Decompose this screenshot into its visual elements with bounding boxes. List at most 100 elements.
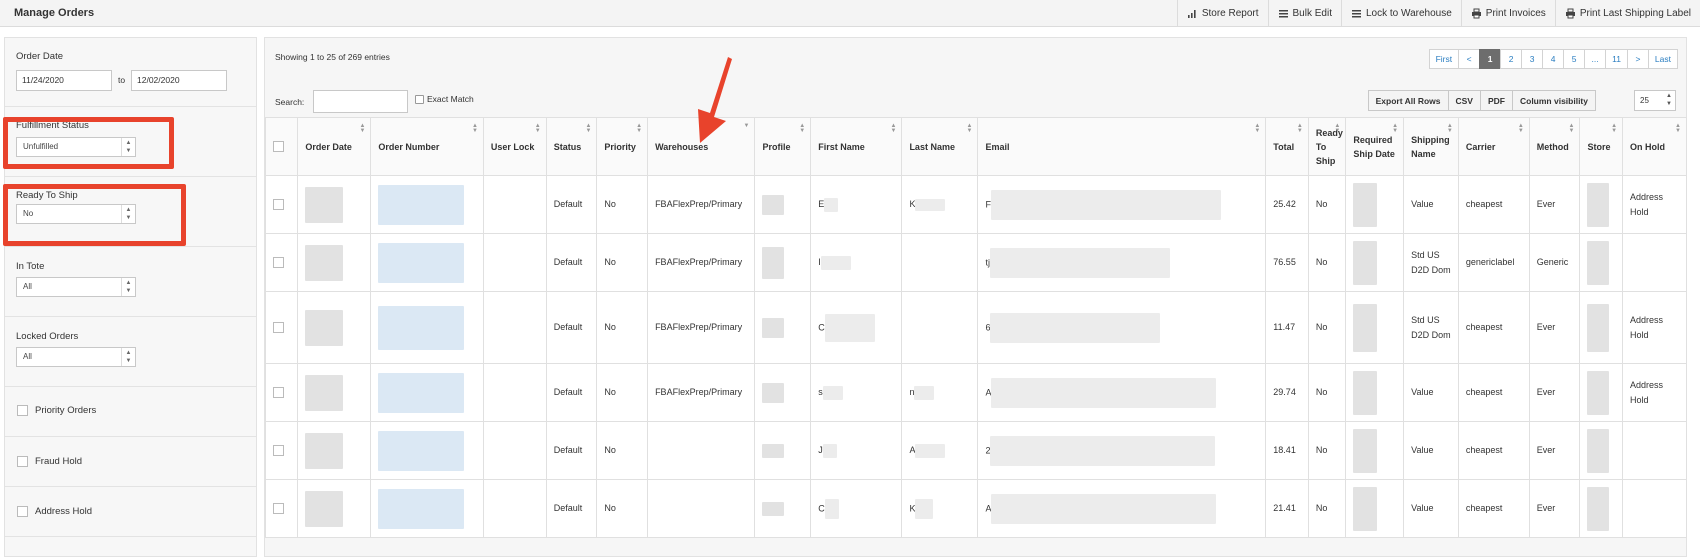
- row-checkbox[interactable]: [273, 257, 284, 268]
- table-row[interactable]: Default No FBAFlexPrep/Primary E K F 25.…: [264, 175, 1687, 234]
- search-input[interactable]: [313, 90, 408, 113]
- sort-icon: ▲ ▼: [1392, 123, 1399, 134]
- redacted-value: [915, 498, 934, 519]
- column-label: Order Date: [305, 141, 352, 152]
- order-date-cell: [297, 291, 372, 364]
- last-name-cell: n: [901, 363, 979, 422]
- column-header[interactable]: Required Ship Date ▲ ▼: [1345, 117, 1405, 176]
- page-length-select[interactable]: 25 ▲ ▼: [1634, 90, 1676, 111]
- column-label: Total: [1273, 141, 1295, 152]
- store-report-button[interactable]: Store Report: [1176, 0, 1268, 26]
- table-row[interactable]: Default No C K A 21.41 No Value cheapest…: [264, 479, 1687, 538]
- column-header[interactable]: Shipping Name ▲ ▼: [1403, 117, 1459, 176]
- page-2[interactable]: 2: [1500, 49, 1523, 69]
- csv-button[interactable]: CSV: [1447, 90, 1481, 111]
- column-header[interactable]: Order Number ▲ ▼: [370, 117, 484, 176]
- sort-icon: ▲ ▼: [585, 123, 592, 134]
- select-all-checkbox[interactable]: [273, 141, 284, 152]
- first-name-cell: I: [810, 233, 903, 292]
- profile-cell: [754, 421, 812, 480]
- column-header[interactable]: Status ▲ ▼: [545, 117, 598, 176]
- printer-icon: [1471, 8, 1481, 18]
- row-checkbox[interactable]: [273, 503, 284, 514]
- column-header[interactable]: Last Name ▲ ▼: [901, 117, 979, 176]
- column-header[interactable]: On Hold ▲ ▼: [1622, 117, 1687, 176]
- column-header[interactable]: Ready To Ship ▲ ▼: [1307, 117, 1347, 176]
- redacted-value: [1353, 182, 1378, 227]
- profile-cell: [754, 175, 812, 234]
- column-header[interactable]: User Lock ▲ ▼: [482, 117, 547, 176]
- column-header[interactable]: First Name ▲ ▼: [810, 117, 903, 176]
- column-header[interactable]: Priority ▲ ▼: [596, 117, 649, 176]
- redacted-value: [378, 372, 465, 413]
- page-first[interactable]: First: [1428, 49, 1460, 69]
- order-number-cell[interactable]: [370, 421, 484, 480]
- row-checkbox[interactable]: [273, 445, 284, 456]
- column-header[interactable]: Order Date ▲ ▼: [297, 117, 372, 176]
- sort-icon: ▲ ▼: [1254, 123, 1261, 134]
- column-label: Profile: [762, 141, 791, 152]
- address-hold-checkbox[interactable]: [17, 506, 28, 517]
- table-row[interactable]: Default No FBAFlexPrep/Primary s n A 29.…: [264, 363, 1687, 422]
- column-visibility-button[interactable]: Column visibility: [1511, 90, 1596, 111]
- row-checkbox[interactable]: [273, 387, 284, 398]
- orders-table: Order Date ▲ ▼ Order Number ▲ ▼ User Lock ▲ ▼ …: [264, 117, 1687, 538]
- order-number-cell[interactable]: [370, 479, 484, 538]
- page-prev[interactable]: <: [1458, 49, 1481, 69]
- exact-match-checkbox[interactable]: [415, 94, 424, 104]
- redacted-value: [762, 382, 785, 403]
- page-length-value: 25: [1640, 96, 1649, 105]
- table-row[interactable]: Default No J A 2 18.41 No Value cheapest…: [264, 421, 1687, 480]
- row-checkbox[interactable]: [273, 199, 284, 210]
- sort-icon: ▲ ▼: [359, 123, 366, 134]
- column-header[interactable]: Method ▲ ▼: [1528, 117, 1581, 176]
- locked-orders-select[interactable]: All ▲ ▼: [16, 347, 136, 367]
- ready-to-ship-cell: No: [1307, 363, 1347, 422]
- page-4[interactable]: 4: [1542, 49, 1565, 69]
- redacted-value: [1587, 370, 1610, 415]
- table-row[interactable]: Default No FBAFlexPrep/Primary C 6 11.47…: [264, 291, 1687, 364]
- page-11[interactable]: 11: [1605, 49, 1628, 69]
- bulk-edit-button[interactable]: Bulk Edit: [1267, 0, 1341, 26]
- print-last-shipping-label-button[interactable]: Print Last Shipping Label: [1554, 0, 1700, 26]
- order-date-cell: [297, 421, 372, 480]
- column-header[interactable]: Total ▲ ▼: [1265, 117, 1309, 176]
- fraud-hold-checkbox[interactable]: [17, 456, 28, 467]
- export-all-rows-button[interactable]: Export All Rows: [1367, 90, 1449, 111]
- required-ship-date-cell: [1345, 291, 1405, 364]
- locked-orders-filter: Locked Orders All ▲ ▼: [5, 317, 256, 387]
- page-1[interactable]: 1: [1479, 49, 1502, 69]
- lock-to-warehouse-button[interactable]: Lock to Warehouse: [1340, 0, 1461, 26]
- bar-chart-icon: [1187, 9, 1196, 18]
- locked-orders-value: All: [23, 352, 32, 361]
- in-tote-select[interactable]: All ▲ ▼: [16, 277, 136, 297]
- exact-match-toggle[interactable]: Exact Match: [415, 94, 474, 104]
- column-header[interactable]: Email ▲ ▼: [977, 117, 1267, 176]
- order-date-from-input[interactable]: 11/24/2020: [16, 70, 112, 91]
- last-name-cell: K: [901, 175, 979, 234]
- sort-icon: ▲ ▼: [1296, 123, 1303, 134]
- order-date-to-input[interactable]: 12/02/2020: [131, 70, 227, 91]
- priority-cell: No: [596, 233, 649, 292]
- pdf-button[interactable]: PDF: [1479, 90, 1513, 111]
- page-3[interactable]: 3: [1521, 49, 1544, 69]
- page-last[interactable]: Last: [1647, 49, 1678, 69]
- list-icon: [1278, 9, 1288, 17]
- sort-icon: ▲ ▼: [1675, 123, 1681, 134]
- order-number-cell[interactable]: [370, 363, 484, 422]
- order-number-cell[interactable]: [370, 291, 484, 364]
- page-5[interactable]: 5: [1563, 49, 1586, 69]
- warehouse-cell: [647, 479, 756, 538]
- column-header[interactable]: Carrier ▲ ▼: [1457, 117, 1530, 176]
- order-number-cell[interactable]: [370, 233, 484, 292]
- order-number-cell[interactable]: [370, 175, 484, 234]
- column-header[interactable]: Store ▲ ▼: [1579, 117, 1624, 176]
- column-header[interactable]: Profile ▲ ▼: [754, 117, 812, 176]
- order-date-cell: [297, 175, 372, 234]
- table-row[interactable]: Default No FBAFlexPrep/Primary I tj 76.5…: [264, 233, 1687, 292]
- print-invoices-button[interactable]: Print Invoices: [1460, 0, 1555, 26]
- row-checkbox[interactable]: [273, 322, 284, 333]
- column-label: User Lock: [490, 141, 535, 152]
- priority-orders-checkbox[interactable]: [17, 405, 28, 416]
- page-next[interactable]: >: [1626, 49, 1649, 69]
